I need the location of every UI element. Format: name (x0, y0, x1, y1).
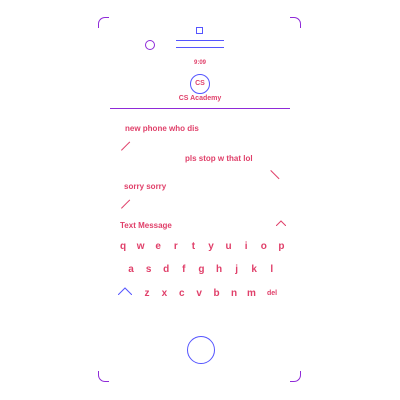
key-m[interactable]: m (244, 288, 258, 299)
key-q[interactable]: q (116, 241, 130, 252)
frame-corner-bottom-right (290, 371, 301, 382)
key-o[interactable]: o (257, 241, 271, 252)
key-f[interactable]: f (177, 264, 191, 275)
message-tail (121, 141, 131, 151)
key-c[interactable]: c (175, 288, 189, 299)
contact-name: CS Academy (178, 95, 222, 102)
message-tail (121, 199, 131, 209)
camera-icon (145, 40, 155, 50)
key-i[interactable]: i (239, 241, 253, 252)
key-s[interactable]: s (142, 264, 156, 275)
frame-corner-bottom-left (98, 371, 109, 382)
key-u[interactable]: u (222, 241, 236, 252)
key-w[interactable]: w (134, 241, 148, 252)
status-time: 9:09 (193, 60, 206, 66)
header-divider (110, 108, 290, 109)
key-e[interactable]: e (151, 241, 165, 252)
frame-corner-top-left (98, 17, 109, 28)
key-x[interactable]: x (157, 288, 171, 299)
key-z[interactable]: z (140, 288, 154, 299)
delete-key[interactable]: del (263, 290, 281, 297)
key-p[interactable]: p (274, 241, 288, 252)
message-tail (270, 170, 280, 180)
key-l[interactable]: l (265, 264, 279, 275)
key-y[interactable]: y (204, 241, 218, 252)
key-k[interactable]: k (247, 264, 261, 275)
key-j[interactable]: j (230, 264, 244, 275)
speaker-grille (176, 40, 224, 48)
home-button-icon[interactable] (187, 336, 215, 364)
key-t[interactable]: t (186, 241, 200, 252)
send-chevron-icon[interactable] (276, 220, 286, 226)
key-g[interactable]: g (194, 264, 208, 275)
shift-chevron-icon[interactable] (118, 287, 132, 295)
message-received: new phone who dis (125, 124, 199, 133)
key-h[interactable]: h (212, 264, 226, 275)
message-received: sorry sorry (124, 182, 167, 191)
key-v[interactable]: v (192, 288, 206, 299)
key-b[interactable]: b (210, 288, 224, 299)
key-a[interactable]: a (124, 264, 138, 275)
sensor-icon (196, 27, 203, 34)
message-input[interactable]: Text Message (120, 221, 172, 230)
key-r[interactable]: r (169, 241, 183, 252)
key-d[interactable]: d (159, 264, 173, 275)
message-sent: pls stop w that lol (185, 154, 253, 163)
contact-avatar[interactable]: CS (190, 74, 210, 94)
frame-corner-top-right (290, 17, 301, 28)
key-n[interactable]: n (227, 288, 241, 299)
